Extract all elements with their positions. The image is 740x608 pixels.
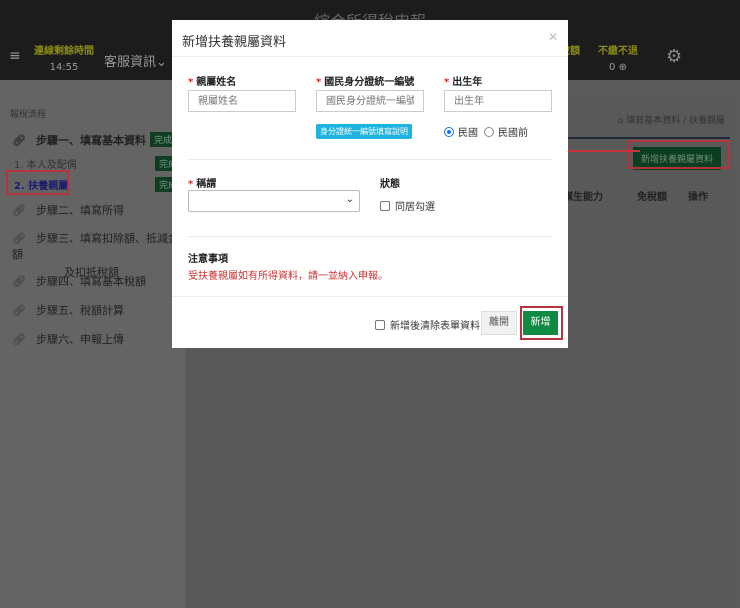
arrow-annotation bbox=[554, 146, 640, 156]
chevron-down-icon: ⌄ bbox=[345, 194, 354, 205]
link-icon: 🔗︎ bbox=[12, 304, 26, 317]
highlight-box bbox=[6, 170, 69, 195]
sidebar-step-1[interactable]: 🔗︎ 步驟一、填寫基本資料 bbox=[12, 132, 146, 148]
name-label: * 親屬姓名 bbox=[188, 77, 237, 88]
checkbox-label: 同居勾選 bbox=[395, 202, 435, 213]
refund-value: 0 bbox=[609, 62, 616, 73]
sidebar-sub-self-spouse[interactable]: 1. 本人及配偶 bbox=[14, 156, 77, 171]
timer-value: 14:55 bbox=[49, 62, 79, 73]
modal-title: 新增扶養親屬資料 bbox=[172, 20, 568, 57]
label-text: 國民身分證統一編號 bbox=[324, 77, 415, 88]
clear-after-add-checkbox[interactable]: 新增後清除表單資料 bbox=[375, 317, 480, 332]
checkbox-label: 新增後清除表單資料 bbox=[390, 321, 480, 332]
radio-label: 民國 bbox=[458, 128, 478, 139]
id-label: * 國民身分證統一編號 bbox=[316, 77, 415, 88]
add-dependent-modal: 新增扶養親屬資料 ✕ *親屬姓名 *國民身分證統一編號 身分證統一編號填寫說明 … bbox=[172, 20, 568, 348]
breadcrumb: ⌂ 填寫基本資料 / 扶養親屬 bbox=[618, 113, 725, 126]
notes-text: 受扶養親屬如有所得資料，請一並納入申報。 bbox=[188, 271, 388, 282]
chevron-down-icon: ⌄ bbox=[156, 55, 167, 70]
sidebar: 報稅流程 🔗︎ 步驟一、填寫基本資料 完成 1. 本人及配偶 完成 2. 扶養親屬… bbox=[0, 80, 185, 608]
cohabit-checkbox[interactable]: 同居勾選 bbox=[380, 198, 435, 213]
sidebar-caption: 報稅流程 bbox=[10, 110, 47, 120]
relation-select[interactable]: ⌄ bbox=[188, 190, 360, 212]
leave-button[interactable]: 離開 bbox=[481, 311, 517, 335]
divider bbox=[172, 296, 568, 297]
label-text: 親屬姓名 bbox=[196, 77, 237, 88]
sidebar-step-5[interactable]: 🔗︎ 步驟五、稅額計算 bbox=[12, 302, 124, 318]
link-icon: 🔗︎ bbox=[12, 204, 26, 217]
radio-label: 民國前 bbox=[498, 128, 528, 139]
refund-label: 不繳不退 bbox=[598, 46, 638, 57]
name-input[interactable] bbox=[188, 90, 296, 112]
step-label: 步驟三、填寫扣除額、抵減金額 bbox=[12, 232, 179, 261]
sidebar-step-4[interactable]: 🔗︎ 步驟四、填寫基本稅額 bbox=[12, 273, 146, 289]
session-timer: 連線剩餘時間 14:55 bbox=[34, 42, 94, 73]
link-icon: 🔗︎ bbox=[12, 232, 26, 245]
column-header: 免稅額 bbox=[637, 192, 667, 203]
radio-roc[interactable]: 民國 bbox=[444, 124, 478, 139]
divider bbox=[188, 159, 552, 160]
link-icon: 🔗︎ bbox=[12, 134, 26, 147]
highlight-box bbox=[520, 306, 563, 340]
title-label: * 稱謂 bbox=[188, 179, 217, 190]
home-icon: ⌂ bbox=[617, 116, 627, 126]
radio-icon bbox=[444, 126, 454, 137]
id-input[interactable] bbox=[316, 90, 424, 112]
sidebar-step-6[interactable]: 🔗︎ 步驟六、申報上傳 bbox=[12, 331, 124, 347]
radio-icon bbox=[484, 126, 494, 137]
menu-icon[interactable]: ≡ bbox=[9, 48, 21, 64]
step-label: 步驟四、填寫基本稅額 bbox=[35, 275, 146, 288]
notes-heading: 注意事項 bbox=[188, 254, 228, 265]
step-label: 步驟五、稅額計算 bbox=[35, 304, 124, 317]
birth-year-input[interactable] bbox=[444, 90, 552, 112]
gear-icon[interactable]: ⚙ bbox=[666, 46, 682, 67]
status-label: 狀態 bbox=[380, 179, 400, 190]
label-text: 稱謂 bbox=[196, 179, 217, 190]
birth-year-label: * 出生年 bbox=[444, 77, 483, 88]
checkbox-icon bbox=[375, 319, 385, 330]
timer-label: 連線剩餘時間 bbox=[34, 46, 94, 57]
column-header: 謀生能力 bbox=[563, 192, 603, 203]
highlight-box bbox=[628, 140, 730, 169]
step-label: 步驟六、申報上傳 bbox=[35, 333, 124, 346]
step-label: 步驟一、填寫基本資料 bbox=[35, 134, 146, 147]
id-help-button[interactable]: 身分證統一編號填寫說明 bbox=[316, 124, 412, 139]
link-icon: 🔗︎ bbox=[12, 275, 26, 288]
sidebar-step-2[interactable]: 🔗︎ 步驟二、填寫所得 bbox=[12, 202, 124, 218]
radio-pre-roc[interactable]: 民國前 bbox=[484, 124, 528, 139]
checkbox-icon bbox=[380, 200, 390, 211]
chevron-down-icon: ⊕ bbox=[618, 62, 627, 73]
column-header: 操作 bbox=[688, 192, 708, 203]
close-icon[interactable]: ✕ bbox=[548, 30, 558, 44]
link-icon: 🔗︎ bbox=[12, 333, 26, 346]
label-text: 出生年 bbox=[452, 77, 483, 88]
step-label: 步驟二、填寫所得 bbox=[35, 204, 124, 217]
service-label: 客服資訊 bbox=[104, 55, 157, 70]
breadcrumb-text: 填寫基本資料 / 扶養親屬 bbox=[626, 116, 725, 126]
divider bbox=[188, 236, 552, 237]
service-info-button[interactable]: 客服資訊⌄ bbox=[104, 51, 167, 70]
refund-status[interactable]: 不繳不退 0 ⊕ bbox=[598, 42, 638, 73]
